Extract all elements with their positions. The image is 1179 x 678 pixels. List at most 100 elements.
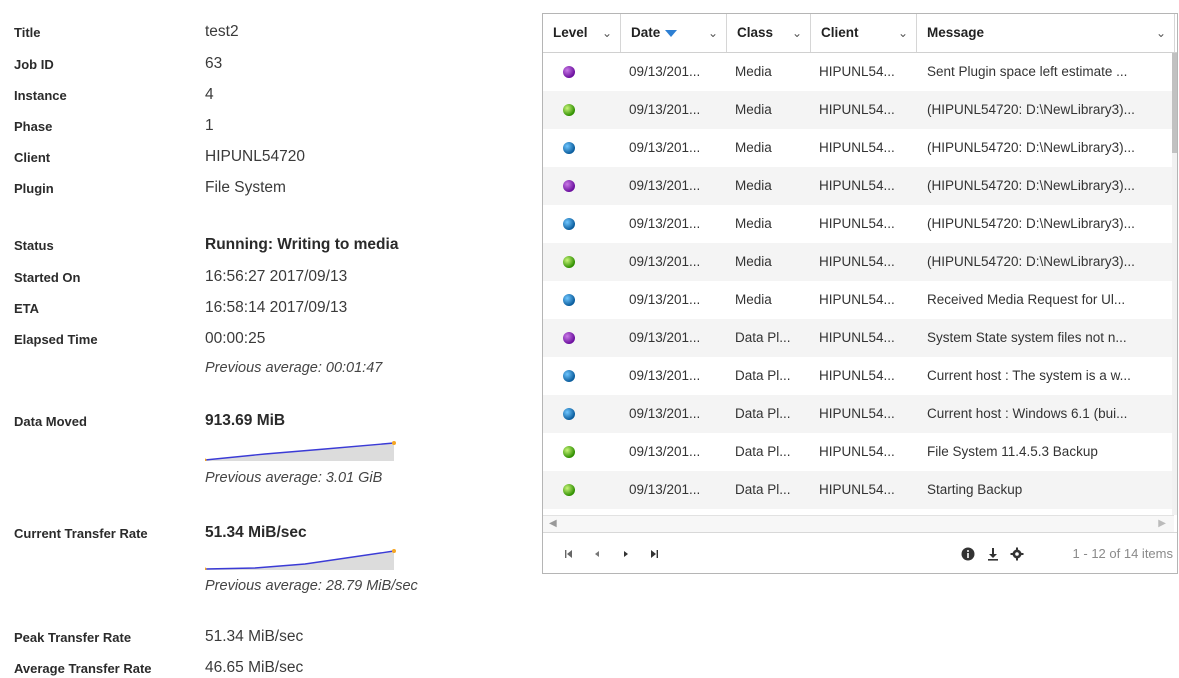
- grid-header: Level ⌄ Date ⌄ Class ⌄ Client ⌄ Message …: [543, 14, 1177, 53]
- cell-message: (HIPUNL54720: D:\NewLibrary3)...: [927, 216, 1135, 231]
- sparkline-end-point: [392, 441, 396, 445]
- status-label: Status: [14, 238, 54, 253]
- cell-message: (HIPUNL54720: D:\NewLibrary3)...: [927, 178, 1135, 193]
- last-page-icon[interactable]: [646, 546, 662, 562]
- cell-client: HIPUNL54...: [819, 368, 895, 383]
- plugin-label: Plugin: [14, 181, 54, 196]
- chevron-down-icon[interactable]: ⌄: [792, 14, 802, 52]
- cell-client: HIPUNL54...: [819, 444, 895, 459]
- job-details-panel: Title test2 Job ID 63 Instance 4 Phase 1…: [0, 0, 530, 678]
- level-purple-icon: [563, 332, 575, 344]
- column-client-label: Client: [821, 25, 859, 40]
- instance-value: 4: [205, 86, 214, 103]
- cell-class: Media: [735, 178, 772, 193]
- column-header-level[interactable]: Level ⌄: [543, 14, 621, 52]
- average-transfer-rate-label: Average Transfer Rate: [14, 661, 152, 676]
- next-page-icon[interactable]: [618, 546, 634, 562]
- horizontal-scrollbar[interactable]: ◀ ▶: [543, 515, 1174, 532]
- cell-date: 09/13/201...: [629, 64, 701, 79]
- cell-date: 09/13/201...: [629, 368, 701, 383]
- cell-message: (HIPUNL54720: D:\NewLibrary3)...: [927, 254, 1135, 269]
- previous-page-icon[interactable]: [589, 546, 605, 562]
- column-header-message[interactable]: Message ⌄: [917, 14, 1175, 52]
- cell-client: HIPUNL54...: [819, 254, 895, 269]
- cell-date: 09/13/201...: [629, 254, 701, 269]
- chevron-down-icon[interactable]: ⌄: [1156, 14, 1166, 52]
- settings-icon[interactable]: [1009, 546, 1025, 562]
- cell-level: [543, 205, 621, 243]
- level-green-icon: [563, 484, 575, 496]
- title-value: test2: [205, 23, 239, 40]
- transfer-rate-previous-average: Previous average: 28.79 MiB/sec: [205, 578, 418, 594]
- table-row[interactable]: 09/13/201... Media HIPUNL54... (HIPUNL54720…: [543, 205, 1174, 243]
- sparkline-start-point: [205, 567, 207, 570]
- table-row[interactable]: 09/13/201... Data Pl... HIPUNL54... File Sy…: [543, 433, 1174, 471]
- cell-date: 09/13/201...: [629, 140, 701, 155]
- cell-message: Current host : The system is a w...: [927, 368, 1131, 383]
- column-header-class[interactable]: Class ⌄: [727, 14, 811, 52]
- column-header-client[interactable]: Client ⌄: [811, 14, 917, 52]
- table-row[interactable]: 09/13/201... Media HIPUNL54... (HIPUNL54720…: [543, 243, 1174, 281]
- column-message-label: Message: [927, 25, 985, 40]
- table-row[interactable]: 09/13/201... Data Pl... HIPUNL54... Current…: [543, 357, 1174, 395]
- table-row[interactable]: 09/13/201... Data Pl... HIPUNL54... System …: [543, 319, 1174, 357]
- first-page-icon[interactable]: [561, 546, 577, 562]
- table-row[interactable]: 09/13/201... Data Pl... HIPUNL54... Startin…: [543, 471, 1174, 509]
- level-blue-icon: [563, 408, 575, 420]
- sparkline-end-point: [392, 549, 396, 553]
- level-purple-icon: [563, 180, 575, 192]
- cell-message: System State system files not n...: [927, 330, 1127, 345]
- scroll-right-icon[interactable]: ▶: [1158, 516, 1166, 532]
- cell-date: 09/13/201...: [629, 216, 701, 231]
- vertical-scrollbar-thumb[interactable]: [1172, 53, 1177, 153]
- eta-label: ETA: [14, 301, 40, 316]
- level-green-icon: [563, 256, 575, 268]
- table-row[interactable]: 09/13/201... Media HIPUNL54... Sent Plugin …: [543, 53, 1174, 91]
- cell-class: Data Pl...: [735, 368, 791, 383]
- cell-client: HIPUNL54...: [819, 64, 895, 79]
- cell-level: [543, 433, 621, 471]
- table-row[interactable]: 09/13/201... Media HIPUNL54... (HIPUNL54720…: [543, 129, 1174, 167]
- cell-class: Data Pl...: [735, 406, 791, 421]
- cell-class: Data Pl...: [735, 444, 791, 459]
- cell-client: HIPUNL54...: [819, 292, 895, 307]
- cell-client: HIPUNL54...: [819, 482, 895, 497]
- column-level-label: Level: [553, 25, 588, 40]
- chevron-down-icon[interactable]: ⌄: [708, 14, 718, 52]
- cell-class: Media: [735, 254, 772, 269]
- data-moved-previous-average: Previous average: 3.01 GiB: [205, 470, 383, 486]
- cell-date: 09/13/201...: [629, 444, 701, 459]
- cell-client: HIPUNL54...: [819, 178, 895, 193]
- data-moved-sparkline: [205, 441, 396, 461]
- job-id-value: 63: [205, 55, 223, 72]
- info-icon[interactable]: [960, 546, 976, 562]
- cell-client: HIPUNL54...: [819, 330, 895, 345]
- level-blue-icon: [563, 142, 575, 154]
- client-label: Client: [14, 150, 51, 165]
- sparkline-fill: [205, 551, 394, 570]
- scroll-left-icon[interactable]: ◀: [549, 516, 557, 532]
- table-row[interactable]: 09/13/201... Media HIPUNL54... (HIPUNL54720…: [543, 91, 1174, 129]
- phase-value: 1: [205, 117, 214, 134]
- download-icon[interactable]: [985, 546, 1001, 562]
- peak-transfer-rate-label: Peak Transfer Rate: [14, 630, 132, 645]
- pager-info: 1 - 12 of 14 items: [1072, 546, 1173, 561]
- client-value: HIPUNL54720: [205, 148, 305, 165]
- table-row[interactable]: 09/13/201... Media HIPUNL54... (HIPUNL54720…: [543, 167, 1174, 205]
- table-row[interactable]: 09/13/201... Media HIPUNL54... Received Med…: [543, 281, 1174, 319]
- cell-message: (HIPUNL54720: D:\NewLibrary3)...: [927, 140, 1135, 155]
- vertical-scrollbar[interactable]: [1172, 53, 1177, 515]
- column-header-date[interactable]: Date ⌄: [621, 14, 727, 52]
- table-row[interactable]: 09/13/201... Data Pl... HIPUNL54... Current…: [543, 395, 1174, 433]
- level-blue-icon: [563, 370, 575, 382]
- cell-level: [543, 319, 621, 357]
- cell-date: 09/13/201...: [629, 102, 701, 117]
- chevron-down-icon[interactable]: ⌄: [898, 14, 908, 52]
- cell-level: [543, 471, 621, 509]
- chevron-down-icon[interactable]: ⌄: [602, 14, 612, 52]
- cell-level: [543, 129, 621, 167]
- elapsed-previous-average: Previous average: 00:01:47: [205, 360, 383, 376]
- phase-label: Phase: [14, 119, 53, 134]
- job-log-grid: Level ⌄ Date ⌄ Class ⌄ Client ⌄ Message …: [542, 13, 1178, 574]
- cell-level: [543, 281, 621, 319]
